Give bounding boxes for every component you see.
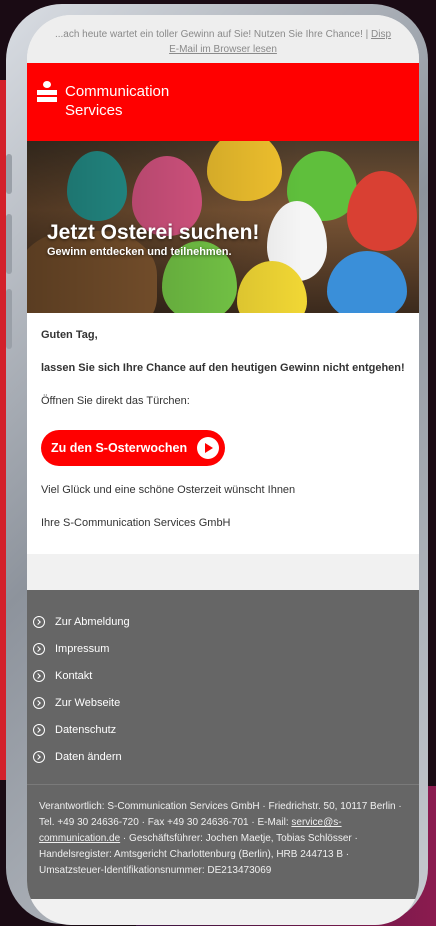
footer-link-label: Kontakt [55,669,93,682]
legal-part-1: Verantwortlich: S-Communication Services… [39,801,402,828]
hero-subtitle: Gewinn entdecken und teilnehmen. [47,246,232,258]
email-body: Guten Tag, lassen Sie sich Ihre Chance a… [27,313,419,554]
cta-label: Zu den S-Osterwochen [51,441,188,455]
email-screen[interactable]: ...ach heute wartet ein toller Gewinn au… [27,15,419,925]
legal-text: Verantwortlich: S-Communication Services… [27,785,419,899]
footer-link-unsubscribe[interactable]: Zur Abmeldung [27,608,419,635]
browser-view-link[interactable]: E-Mail im Browser lesen [169,44,277,55]
play-icon [197,437,220,459]
spacer [27,554,419,590]
brand-name-line2: Services [65,102,123,119]
brand-name: Communication Services [65,82,169,120]
footer-link-website[interactable]: Zur Webseite [27,689,419,716]
footer-link-change-data[interactable]: Daten ändern [27,743,419,770]
phone-frame: ...ach heute wartet ein toller Gewinn au… [6,4,428,925]
display-link[interactable]: Disp [371,29,391,40]
chevron-right-icon [33,642,45,655]
closing-text: Viel Glück und eine schöne Osterzeit wün… [41,484,296,496]
footer-link-label: Zur Webseite [55,696,121,709]
preheader-text: ...ach heute wartet ein toller Gewinn au… [54,29,369,40]
chevron-right-icon [33,696,45,709]
greeting: Guten Tag, [41,329,98,341]
sparkasse-logo-icon [37,81,57,103]
chevron-right-icon [33,615,45,628]
hero-title: Jetzt Osterei suchen! [47,221,260,244]
cta-button[interactable]: Zu den S-Osterwochen [41,430,226,466]
brand-name-line1: Communication [65,83,170,100]
footer-link-contact[interactable]: Kontakt [27,662,419,689]
chevron-right-icon [33,723,45,736]
footer-link-imprint[interactable]: Impressum [27,635,419,662]
headline: lassen Sie sich Ihre Chance auf den heut… [41,362,405,374]
hero-banner[interactable]: Jetzt Osterei suchen! Gewinn entdecken u… [27,141,419,313]
phone-volume-up [6,214,12,274]
footer-link-label: Zur Abmeldung [55,615,130,628]
signature: Ihre S-Communication Services GmbH [41,517,231,529]
intro-text: Öffnen Sie direkt das Türchen: [41,395,190,407]
footer-link-label: Datenschutz [55,723,117,736]
chevron-right-icon [33,750,45,763]
footer-link-label: Impressum [55,642,110,655]
footer-link-privacy[interactable]: Datenschutz [27,716,419,743]
footer-link-label: Daten ändern [55,750,122,763]
footer: Zur Abmeldung Impressum Kontakt Zur Webs… [27,590,419,899]
preheader: ...ach heute wartet ein toller Gewinn au… [27,15,419,63]
brand-header: Communication Services [27,63,419,141]
phone-side-button [6,154,12,194]
chevron-right-icon [33,669,45,682]
phone-volume-down [6,289,12,349]
